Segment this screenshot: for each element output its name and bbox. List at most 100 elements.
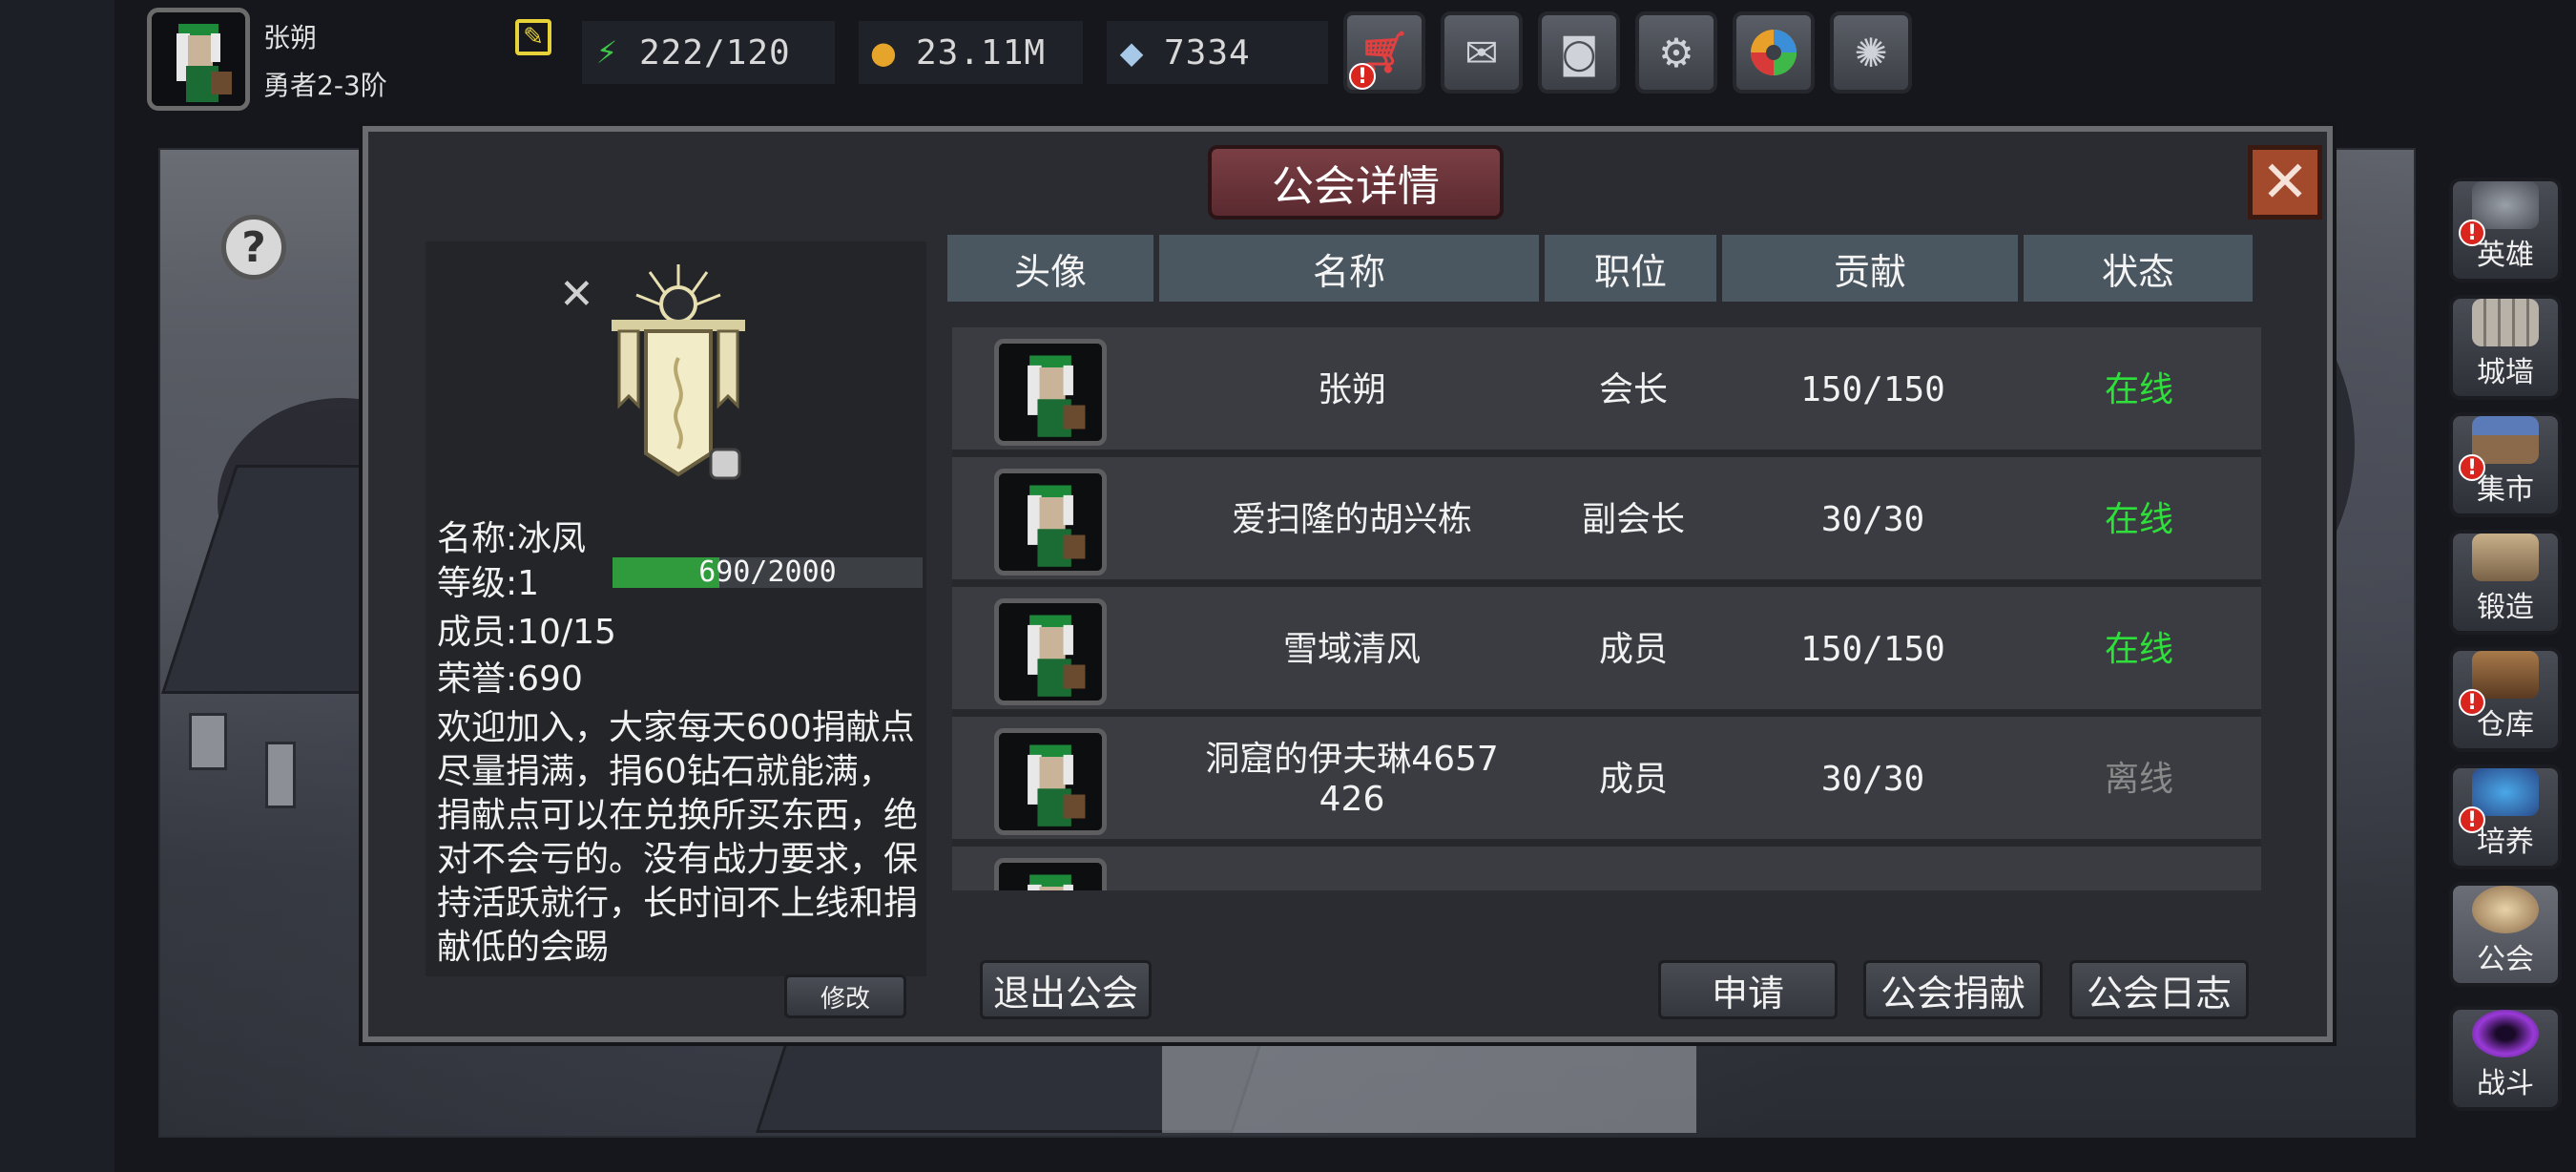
sidebar-item-forge[interactable]: 锻造 (2449, 530, 2562, 635)
guild-info-panel: ✕ 名称:冰凤 等级:1 690/2000 成员:10/15 荣誉:690 欢迎… (426, 241, 926, 976)
member-status: 在线 (2104, 370, 2173, 409)
shop-button[interactable]: 🛒︎ ! (1343, 11, 1425, 94)
wall-icon (2472, 299, 2539, 346)
sidebar-item-warehouse[interactable]: ! 仓库 (2449, 647, 2562, 752)
member-status: 在线 (2104, 630, 2173, 669)
donate-button[interactable]: 公会捐献 (1863, 960, 2043, 1019)
sidebar-item-label: 战斗 (2477, 1067, 2534, 1100)
player-name: 张朔 (263, 22, 318, 53)
member-position: 成员 (1546, 847, 1721, 890)
sidebar-item-label: 城墙 (2477, 356, 2534, 389)
alert-badge: ! (2459, 689, 2485, 716)
settings-button[interactable]: ⚙ (1635, 11, 1717, 94)
elf-portrait-icon (1002, 863, 1099, 890)
sidebar-item-hero[interactable]: ! 英雄 (2449, 178, 2562, 283)
guild-name-row: 名称:冰凤 (437, 519, 587, 558)
guild-notice: 欢迎加入，大家每天600捐献点尽量捐满，捐60钻石就能满，捐献点可以在兑换所买东… (437, 708, 919, 964)
member-avatar[interactable] (994, 598, 1107, 705)
member-avatar[interactable] (994, 469, 1107, 576)
guild-level: 1 (517, 564, 540, 603)
scene-gravestone (265, 742, 296, 808)
energy-plus-icon: ⚡ (595, 34, 618, 71)
member-status: 在线 (2025, 847, 2254, 890)
guild-icon (2472, 886, 2539, 933)
elf-portrait-icon (1002, 603, 1099, 701)
member-status: 在线 (2104, 500, 2173, 539)
guild-members: 10/15 (517, 613, 616, 652)
guild-xp-bar: 690/2000 (613, 557, 923, 588)
member-contribution: 150/150 (1800, 630, 1945, 669)
market-icon (2472, 416, 2539, 464)
sidebar-item-guild[interactable]: 公会 (2449, 882, 2562, 987)
sidebar-item-battle[interactable]: 战斗 (2449, 1006, 2562, 1111)
fireworks-icon: ✺ (1854, 29, 1888, 76)
member-avatar[interactable] (994, 339, 1107, 446)
guild-honor-row: 荣誉:690 (437, 659, 583, 699)
table-row[interactable]: 雪域清风 成员 150/150 在线 (952, 587, 2261, 713)
energy-value: 222/120 (639, 32, 791, 73)
top-bar: 张朔 勇者2-3阶 ✎ ⚡ 222/120 ● 23.11M ◆ 7334 🛒︎… (0, 0, 2576, 115)
player-rank: 勇者2-3阶 (263, 70, 387, 101)
guild-level-row: 等级:1 (437, 564, 540, 603)
edit-notice-button[interactable]: 修改 (784, 974, 906, 1018)
sidebar-item-market[interactable]: ! 集市 (2449, 412, 2562, 517)
leave-guild-button[interactable]: 退出公会 (980, 960, 1152, 1019)
alert-badge: ! (2459, 806, 2485, 833)
help-button[interactable]: ? (221, 215, 286, 280)
color-wheel-icon (1751, 30, 1797, 75)
col-avatar: 头像 (947, 235, 1157, 302)
member-position: 会长 (1598, 370, 1668, 409)
close-button[interactable]: ✕ (2248, 145, 2322, 220)
close-icon: ✕ (2260, 149, 2310, 216)
guild-banner-emblem-icon[interactable] (602, 262, 755, 482)
elf-portrait-icon (152, 12, 245, 106)
table-row[interactable]: 西境的采用山丰成员 在线 (952, 847, 2261, 890)
member-name: 张朔 (1317, 370, 1386, 409)
member-name: 爱扫隆的胡兴栋 (1231, 500, 1472, 539)
member-name: 西境的采用山丰 (1160, 847, 1544, 890)
fireworks-button[interactable]: ✺ (1830, 11, 1912, 94)
gem-counter[interactable]: ◆ 7334 (1107, 21, 1328, 84)
member-avatar[interactable] (994, 858, 1107, 890)
elf-portrait-icon (1002, 473, 1099, 571)
col-status: 状态 (2024, 235, 2253, 302)
helmet-icon (2472, 181, 2539, 229)
portal-icon (2472, 1010, 2539, 1057)
sidebar-item-train[interactable]: ! 培养 (2449, 764, 2562, 869)
guild-members-row: 成员:10/15 (437, 613, 616, 652)
goblet-icon (2472, 768, 2539, 816)
player-avatar[interactable] (147, 8, 250, 111)
guild-name: 冰凤 (517, 519, 587, 558)
guild-xp-text: 690/2000 (698, 555, 837, 589)
member-position: 副会长 (1581, 500, 1685, 539)
left-edge (0, 0, 114, 1172)
member-position: 成员 (1598, 630, 1668, 669)
mail-icon: ✉ (1465, 29, 1499, 76)
gamepad-button[interactable]: ◙ (1538, 11, 1620, 94)
member-avatar[interactable] (994, 728, 1107, 835)
alert-badge: ! (1349, 63, 1376, 90)
gamepad-icon: ◙ (1559, 29, 1599, 76)
col-name: 名称 (1159, 235, 1543, 302)
apply-button[interactable]: 申请 (1658, 960, 1838, 1019)
member-name: 雪域清风 (1282, 630, 1421, 669)
edit-name-icon[interactable]: ✎ (515, 19, 551, 55)
mail-button[interactable]: ✉ (1441, 11, 1523, 94)
guild-honor: 690 (517, 659, 583, 699)
table-row[interactable]: 张朔 会长 150/150 在线 (952, 327, 2261, 453)
sidebar-item-label: 公会 (2477, 943, 2534, 976)
member-table[interactable]: 张朔 会长 150/150 在线 爱扫隆的胡兴栋 副会长 30/30 在线 雪域清风 成员 150/… (952, 327, 2261, 890)
sidebar-item-wall[interactable]: 城墙 (2449, 295, 2562, 400)
sidebar-item-label: 集市 (2477, 473, 2534, 507)
energy-counter[interactable]: ⚡ 222/120 (582, 21, 835, 84)
gold-coin-icon: ● (870, 34, 897, 71)
guild-log-button[interactable]: 公会日志 (2069, 960, 2249, 1019)
table-row[interactable]: 洞窟的伊夫琳4657426 成员 30/30 离线 (952, 717, 2261, 843)
elf-portrait-icon (1002, 344, 1099, 441)
gold-counter[interactable]: ● 23.11M (859, 21, 1083, 84)
color-wheel-button[interactable] (1733, 11, 1815, 94)
guild-emblem-x-icon: ✕ (559, 270, 594, 319)
sidebar-item-label: 英雄 (2477, 239, 2534, 272)
table-row[interactable]: 爱扫隆的胡兴栋 副会长 30/30 在线 (952, 457, 2261, 583)
alert-badge: ! (2459, 454, 2485, 481)
